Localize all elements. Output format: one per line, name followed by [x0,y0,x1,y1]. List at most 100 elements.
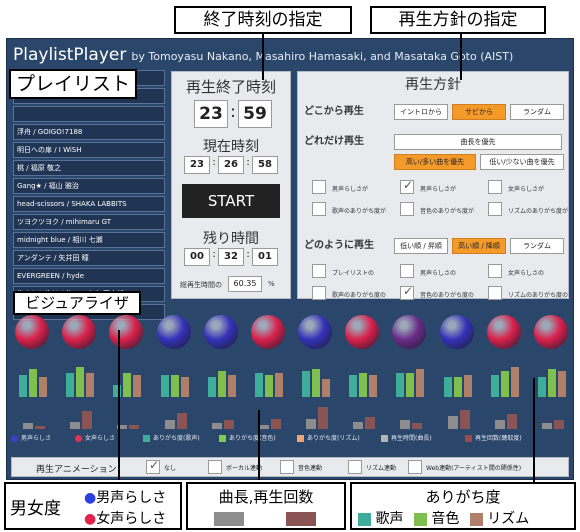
length-bar [211,423,222,429]
checkbox[interactable] [400,178,414,194]
where-option[interactable]: ランダム [510,104,564,120]
checkbox[interactable] [312,202,326,216]
playlist-item[interactable]: EVERGREEN / hyde [13,268,165,284]
legend-label: 再生時間(曲長) [391,435,432,442]
count-bar [223,420,234,429]
count-bar [365,417,376,429]
animation-option-label: Web連動(アーティスト間の関係性) [426,465,522,472]
playlist-item[interactable]: Gang★ / 福山 雅治 [13,178,165,194]
anim-title: 再生アニメーション [36,465,117,475]
playlist-item[interactable]: 桃 / 福原 敬之 [13,160,165,176]
length-bar [353,421,364,429]
checkbox[interactable] [488,180,502,194]
timbre-bar [217,371,226,397]
end-colon: : [230,102,236,122]
rhythm-label: リズム [487,511,530,527]
playlist-item[interactable]: ツヨクツヨク / mihimaru GT [13,214,165,230]
playlist-item[interactable]: midnight blue / 相川 七瀬 [13,232,165,248]
checkbox[interactable] [312,264,326,278]
legend-item: 男声らしさ [11,433,51,442]
checkbox[interactable] [312,286,326,300]
male-legend: ●男声らしさ [84,487,166,507]
app-authors: by Tomoyasu Nakano, Masahiro Hamasaki, a… [131,50,514,63]
legend-swatch [465,435,472,442]
checkbox[interactable] [488,286,502,300]
timbre-bar [453,377,462,397]
legend-swatch [143,435,150,442]
checkbox[interactable] [488,202,502,216]
checkbox[interactable] [312,180,326,194]
high-priority-button[interactable]: 高い/多い曲を優先 [394,154,476,170]
gender-legend-box: 男女度 ●男声らしさ ●女声らしさ [4,482,182,530]
end-minute-field[interactable]: 59 [238,100,272,128]
song-sphere [298,315,332,349]
end-hour-field[interactable]: 23 [194,100,228,128]
timbre-bar [170,375,179,397]
end-time-title: 再生終了時刻 [185,78,276,96]
legend-item: 再生時間(曲長) [381,433,432,442]
length-count-bars [204,399,240,429]
remain-title: 残り時間 [203,231,259,247]
animation-checkbox[interactable] [146,458,160,474]
order-option[interactable]: 低い順 / 昇順 [394,238,448,254]
playlist-item[interactable]: 明日への扉 / I WiSH [13,142,165,158]
checkbox[interactable] [400,264,414,278]
animation-option-label: リズム連動 [366,465,397,472]
total-value: 60.35 [228,276,262,292]
playlist-item[interactable]: head-scissors / SHAKA LABBITS [13,196,165,212]
checkbox[interactable] [488,264,502,278]
now-colon-1: : [212,157,216,168]
connector-line [262,34,264,80]
length-count-bars [298,399,334,429]
checkbox-label: 歌声のありがち度の [332,292,387,299]
length-bar [306,418,316,429]
animation-checkbox[interactable] [348,460,362,474]
animation-checkbox[interactable] [280,460,294,474]
rhythm-bar [86,373,95,397]
length-bar [494,420,505,429]
voice-bar [207,377,216,397]
checkbox-label: 音色のありがち度が [420,208,475,215]
length-priority-button[interactable]: 曲長を優先 [394,134,562,150]
how-label: どのように再生 [304,240,374,251]
length-count-bars [15,399,51,429]
how-much-label: どれだけ再生 [304,136,364,147]
typicality-bars [487,357,523,397]
legend-swatch [381,435,388,442]
timbre-bar [76,367,85,397]
legend-item: ありがち度(音色) [219,433,276,442]
rhythm-bar [510,367,519,397]
checkbox-label: 男声らしさの [420,270,457,277]
legend-swatch [11,435,18,442]
rhythm-bar [557,371,566,397]
typicality-bars [15,357,51,397]
typicality-bars [251,357,287,397]
where-option[interactable]: サビから [452,104,506,120]
order-option[interactable]: ランダム [510,238,564,254]
animation-option-label: 音色連動 [298,465,323,472]
count-bar [553,420,564,429]
length-bar [70,421,81,429]
checkbox[interactable] [400,202,414,216]
order-option[interactable]: 高い順 / 降順 [452,238,506,254]
playlist-item[interactable]: 浮舟 / GOIGO!7188 [13,124,165,140]
legend-item: ありがち度(リズム) [297,433,360,442]
playlist: 浮舟 / GOIGO!7188 明日への扉 / I WiSH 桃 / 福原 敬之 Ga… [13,70,165,322]
playlist-item[interactable]: アンダンテ / 矢井田 瞳 [13,250,165,266]
end-time-panel: 再生終了時刻 23 : 59 現在時刻 23 : 26 : 58 START 残… [171,71,291,299]
checkbox[interactable] [400,284,414,300]
typicality-legend-box: ありがち度 歌声 音色 リズム [350,482,576,530]
count-bar [412,423,423,429]
song-sphere [486,315,521,349]
voice-bar [490,375,499,397]
animation-checkbox[interactable] [408,460,422,474]
start-button[interactable]: START [182,184,280,218]
where-option[interactable]: イントロから [394,104,448,120]
female-dot-icon: ● [84,511,97,527]
female-legend: ●女声らしさ [84,508,166,528]
voice-bar [396,373,405,397]
length-count-bars [440,399,476,429]
low-priority-button[interactable]: 低い/少ない曲を優先 [480,154,564,170]
timbre-bar [500,371,509,397]
animation-checkbox[interactable] [208,460,222,474]
